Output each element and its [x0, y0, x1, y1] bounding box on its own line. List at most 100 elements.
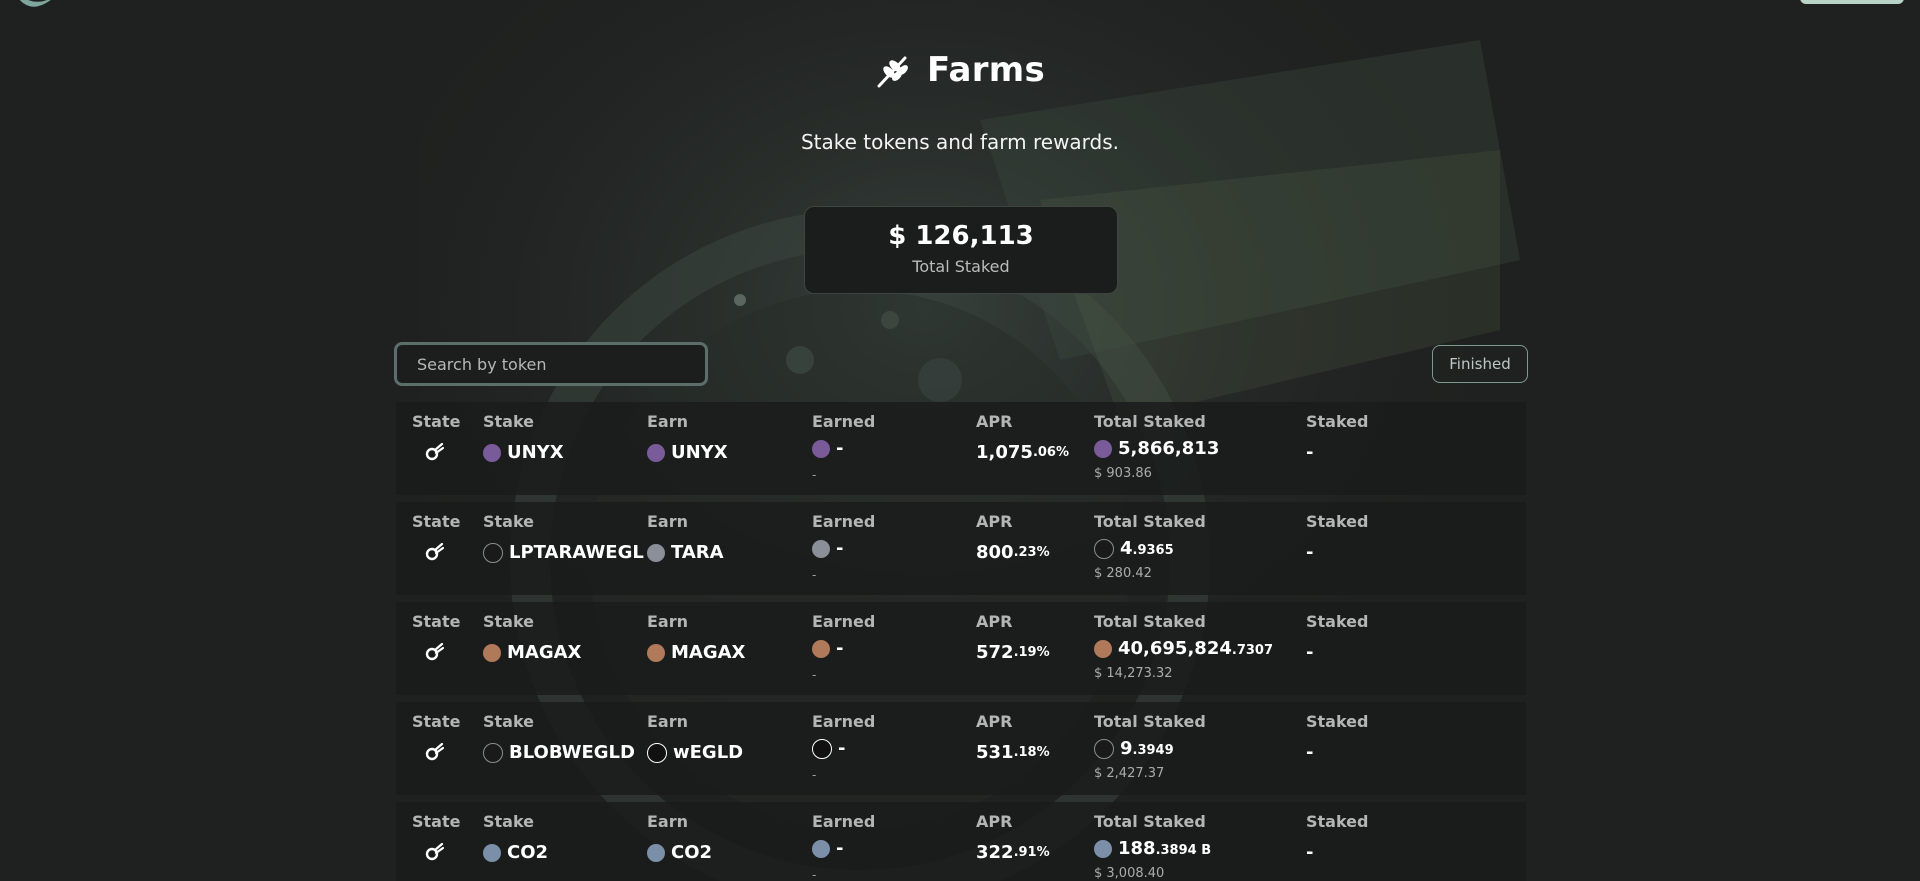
earn-token-name: UNYX	[671, 442, 728, 463]
earned-usd: -	[812, 468, 817, 482]
earned-usd: -	[812, 768, 817, 782]
total-staked-usd: $ 280.42	[1094, 566, 1152, 581]
column-header-earned: Earned	[812, 512, 876, 531]
state-cell	[424, 642, 444, 662]
state-cell	[424, 442, 444, 462]
total-staked-number: 188.3894 B	[1118, 838, 1211, 859]
page-subtitle: Stake tokens and farm rewards.	[800, 130, 1120, 154]
total-staked-number: 40,695,824.7307	[1118, 638, 1273, 659]
apr-decimal: .23%	[1013, 545, 1050, 560]
earned-amount: -	[812, 738, 845, 759]
total-main: 5,866,813	[1118, 438, 1220, 459]
apr-main: 800	[976, 542, 1014, 563]
column-header-earned: Earned	[812, 612, 876, 631]
earn-token-name: wEGLD	[673, 742, 744, 763]
column-header-apr: APR	[976, 612, 1013, 631]
earned-value: -	[836, 538, 844, 559]
total-decimal: .7307	[1231, 643, 1273, 658]
total-main: 9	[1120, 738, 1133, 759]
co2-icon	[647, 843, 665, 862]
farm-row[interactable]: State Stake Earn Earned APR Total Staked Stake…	[396, 502, 1526, 595]
farm-list: State Stake Earn Earned APR Total Staked Stake…	[396, 402, 1526, 881]
total-staked-amount: 188.3894 B	[1094, 838, 1211, 859]
staked-value: -	[1306, 742, 1314, 763]
column-header-earn: Earn	[647, 612, 689, 631]
column-header-apr: APR	[976, 512, 1013, 531]
magax-icon	[1094, 639, 1112, 658]
stake-token: BLOBWEGLD	[483, 742, 635, 763]
earned-amount: -	[812, 838, 843, 859]
co2-icon	[812, 839, 830, 858]
stake-token: CO2	[483, 842, 548, 863]
staked-value: -	[1306, 542, 1314, 563]
app-logo[interactable]	[14, 0, 68, 14]
apr-value: 800.23%	[976, 542, 1050, 563]
connect-wallet-button[interactable]	[1800, 0, 1904, 4]
search-input[interactable]	[394, 342, 708, 386]
total-staked-usd: $ 3,008.40	[1094, 866, 1165, 881]
unyx-icon	[483, 443, 501, 462]
apr-decimal: .18%	[1013, 745, 1050, 760]
column-header-earned: Earned	[812, 412, 876, 431]
state-cell	[424, 542, 444, 562]
comet-icon	[425, 642, 444, 661]
column-header-earn: Earn	[647, 812, 689, 831]
unyx-icon	[1094, 439, 1112, 458]
apr-decimal: .06%	[1032, 445, 1069, 460]
finished-filter-button[interactable]: Finished	[1432, 345, 1528, 383]
column-header-total-staked: Total Staked	[1094, 712, 1206, 731]
state-cell	[424, 842, 444, 862]
earn-token: wEGLD	[647, 742, 743, 763]
total-staked-amount: 5,866,813	[1094, 438, 1219, 459]
earn-token-name: CO2	[671, 842, 713, 863]
farm-row[interactable]: State Stake Earn Earned APR Total Staked Stake…	[396, 702, 1526, 795]
column-header-earned: Earned	[812, 712, 876, 731]
unknown-token-icon	[1094, 538, 1114, 559]
column-header-state: State	[412, 712, 461, 731]
column-header-earned: Earned	[812, 812, 876, 831]
column-header-state: State	[412, 412, 461, 431]
earn-token-name: MAGAX	[671, 642, 746, 663]
tara-icon	[647, 543, 665, 562]
total-staked-number: 4.9365	[1120, 538, 1174, 559]
unknown-token-icon	[483, 542, 503, 563]
column-header-stake: Stake	[483, 512, 535, 531]
column-header-stake: Stake	[483, 412, 535, 431]
earn-token-name: TARA	[671, 542, 724, 563]
column-header-state: State	[412, 512, 461, 531]
apr-value: 572.19%	[976, 642, 1050, 663]
earned-value: -	[836, 438, 844, 459]
earn-token: UNYX	[647, 442, 728, 463]
unknown-token-icon	[1094, 738, 1114, 759]
co2-icon	[483, 843, 501, 862]
magax-icon	[483, 643, 501, 662]
column-header-staked: Staked	[1306, 412, 1369, 431]
comet-icon	[425, 742, 444, 761]
apr-main: 572	[976, 642, 1014, 663]
column-header-state: State	[412, 812, 461, 831]
stake-token-name: UNYX	[507, 442, 564, 463]
column-header-total-staked: Total Staked	[1094, 612, 1206, 631]
total-staked-label: Total Staked	[912, 257, 1010, 276]
earned-usd: -	[812, 568, 817, 582]
magax-icon	[647, 643, 665, 662]
total-decimal: .3949	[1132, 743, 1174, 758]
farm-row[interactable]: State Stake Earn Earned APR Total Staked Stake…	[396, 602, 1526, 695]
farm-row[interactable]: State Stake Earn Earned APR Total Staked Stake…	[396, 402, 1526, 495]
total-decimal: .9365	[1132, 543, 1174, 558]
farm-row[interactable]: State Stake Earn Earned APR Total Staked Stake…	[396, 802, 1526, 881]
total-main: 40,695,824	[1118, 638, 1232, 659]
state-cell	[424, 742, 444, 762]
earned-usd: -	[812, 868, 817, 881]
total-staked-amount: 4.9365	[1094, 538, 1174, 559]
column-header-earn: Earn	[647, 512, 689, 531]
stake-token-name: MAGAX	[507, 642, 582, 663]
magax-icon	[812, 639, 830, 658]
stake-token: UNYX	[483, 442, 564, 463]
earned-value: -	[836, 838, 844, 859]
farms-page: Farms Stake tokens and farm rewards. $ 1…	[0, 0, 1920, 881]
tara-icon	[812, 539, 830, 558]
total-staked-value: $ 126,113	[888, 221, 1034, 251]
earn-token: CO2	[647, 842, 712, 863]
column-header-total-staked: Total Staked	[1094, 812, 1206, 831]
